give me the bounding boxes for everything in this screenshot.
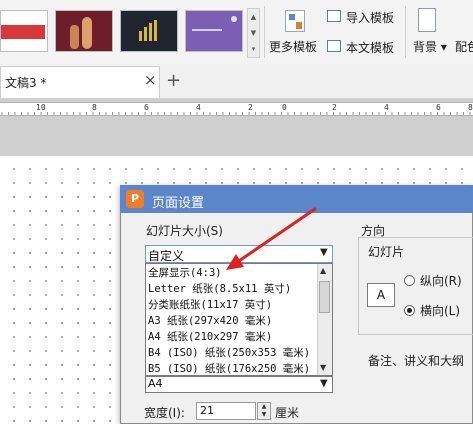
- ruler-label: 8: [92, 103, 97, 112]
- template-thumbnail-2[interactable]: [55, 10, 113, 52]
- paper-size-value: A4: [148, 377, 163, 390]
- ruler-label: 4: [196, 103, 201, 112]
- page-orientation-icon: A: [367, 283, 395, 307]
- list-item[interactable]: A4 纸张(210x297 毫米): [148, 329, 272, 344]
- ruler-label: 6: [144, 103, 149, 112]
- close-tab-icon[interactable]: ×: [144, 71, 157, 89]
- list-item[interactable]: B5 (ISO) 纸张(176x250 毫米): [148, 361, 310, 376]
- width-unit-label: 厘米: [275, 406, 300, 420]
- width-label: 宽度(I):: [144, 406, 185, 420]
- import-template-button[interactable]: 导入模板: [346, 9, 394, 26]
- ruler-label: 10: [36, 103, 46, 112]
- this-document-template-button[interactable]: 本文模板: [346, 39, 394, 56]
- template-thumbnail-4[interactable]: [185, 10, 243, 52]
- notes-handouts-label: 备注、讲义和大纲: [368, 354, 465, 368]
- dialog-title: 页面设置: [152, 196, 205, 211]
- ruler-label: 2: [332, 103, 337, 112]
- landscape-radio[interactable]: [404, 305, 415, 316]
- list-item[interactable]: A3 纸张(297x420 毫米): [148, 313, 272, 328]
- list-item[interactable]: 全屏显示(4:3): [148, 265, 222, 280]
- chevron-down-icon[interactable]: ▼: [320, 378, 328, 389]
- portrait-radio[interactable]: [404, 275, 415, 286]
- paper-size-dropdown[interactable]: [145, 376, 333, 393]
- list-item[interactable]: B4 (ISO) 纸张(250x353 毫米): [148, 345, 310, 360]
- background-icon[interactable]: [418, 8, 436, 32]
- new-tab-icon[interactable]: +: [166, 70, 181, 91]
- app-logo-icon: P: [126, 190, 144, 208]
- ruler-label: 2: [248, 103, 253, 112]
- more-templates-button[interactable]: 更多模板: [269, 38, 317, 55]
- import-template-icon[interactable]: [327, 10, 341, 22]
- landscape-label[interactable]: 横向(L): [420, 302, 460, 319]
- scroll-down-icon[interactable]: ▼: [320, 363, 326, 372]
- document-template-icon[interactable]: [327, 40, 341, 52]
- portrait-label[interactable]: 纵向(R): [420, 272, 462, 289]
- more-templates-icon[interactable]: [285, 10, 305, 32]
- slide-size-label: 幻灯片大小(S): [146, 224, 223, 238]
- thumbnail-scrollbar[interactable]: ▲ ▼ ▾: [247, 8, 260, 58]
- background-button[interactable]: 背景 ▾: [413, 38, 447, 55]
- chevron-down-icon[interactable]: ▼: [320, 247, 328, 258]
- scroll-up-icon[interactable]: ▲: [320, 266, 326, 275]
- template-thumbnail-1[interactable]: [0, 10, 48, 52]
- ruler-label: 8: [468, 103, 473, 112]
- width-stepper[interactable]: ▲ ▼: [257, 402, 271, 420]
- ribbon-divider: [264, 6, 265, 58]
- list-item[interactable]: Letter 纸张(8.5x11 英寸): [148, 281, 291, 296]
- slide-size-selected-value: 自定义: [148, 249, 185, 263]
- width-value: 21: [200, 404, 214, 417]
- ruler-label: 6: [436, 103, 441, 112]
- template-thumbnail-3[interactable]: [120, 10, 178, 52]
- ruler-label: 0: [282, 103, 287, 112]
- horizontal-ruler[interactable]: 10 8 6 4 2 0 2 4 6 8: [0, 102, 473, 116]
- slide-orientation-label: 幻灯片: [368, 245, 405, 259]
- scrollbar-thumb[interactable]: [319, 281, 330, 313]
- document-tab-label: 文稿3 *: [5, 76, 47, 90]
- color-scheme-button[interactable]: 配色: [455, 38, 473, 55]
- list-item[interactable]: 分类账纸张(11x17 英寸): [148, 297, 272, 312]
- ruler-label: 4: [384, 103, 389, 112]
- ribbon-divider: [405, 6, 406, 58]
